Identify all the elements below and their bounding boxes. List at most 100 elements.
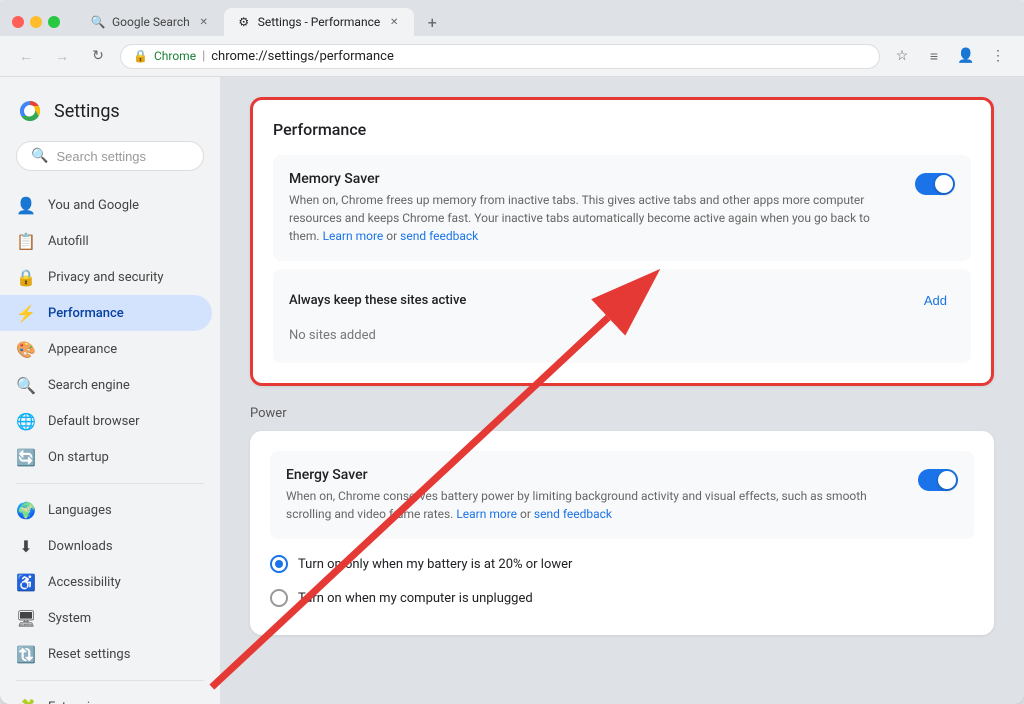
reload-button[interactable]: ↻ bbox=[84, 42, 112, 70]
browser-frame: 🔍 Google Search ✕ ⚙ Settings - Performan… bbox=[0, 0, 1024, 704]
sidebar-item-reset-label: Reset settings bbox=[48, 647, 130, 662]
memory-saver-name: Memory Saver bbox=[289, 171, 903, 187]
reset-icon: 🔃 bbox=[16, 644, 36, 664]
downloads-icon: ⬇ bbox=[16, 536, 36, 556]
sidebar-item-performance[interactable]: ⚡ Performance bbox=[0, 295, 212, 331]
back-button[interactable]: ← bbox=[12, 42, 40, 70]
radio-unplugged[interactable]: Turn on when my computer is unplugged bbox=[270, 581, 974, 615]
radio-battery-20-label: Turn on only when my battery is at 20% o… bbox=[298, 557, 572, 572]
energy-saver-info: Energy Saver When on, Chrome conserves b… bbox=[286, 467, 906, 523]
address-bar[interactable]: 🔒 Chrome | chrome://settings/performance bbox=[120, 44, 880, 69]
tab-settings[interactable]: ⚙ Settings - Performance ✕ bbox=[224, 8, 415, 36]
on-startup-icon: 🔄 bbox=[16, 447, 36, 467]
search-box[interactable]: 🔍 bbox=[16, 141, 204, 171]
forward-button[interactable]: → bbox=[48, 42, 76, 70]
chrome-logo-icon bbox=[16, 97, 44, 125]
memory-saver-or: or bbox=[386, 229, 400, 243]
address-path: chrome://settings/performance bbox=[211, 49, 394, 64]
energy-saver-toggle-thumb bbox=[938, 471, 956, 489]
sidebar-item-languages[interactable]: 🌍 Languages bbox=[0, 492, 212, 528]
memory-saver-toggle-thumb bbox=[935, 175, 953, 193]
more-button[interactable]: ⋮ bbox=[984, 42, 1012, 70]
sidebar-item-system-label: System bbox=[48, 611, 91, 626]
add-sites-button[interactable]: Add bbox=[916, 289, 955, 312]
energy-saver-row: Energy Saver When on, Chrome conserves b… bbox=[286, 467, 958, 523]
memory-saver-card: Memory Saver When on, Chrome frees up me… bbox=[273, 155, 971, 261]
tab-google-close[interactable]: ✕ bbox=[196, 14, 212, 30]
sidebar-item-extensions[interactable]: 🧩 Extensions ↗ bbox=[0, 689, 212, 704]
memory-saver-learn-more-link[interactable]: Learn more bbox=[323, 229, 384, 243]
energy-saver-card: Energy Saver When on, Chrome conserves b… bbox=[270, 451, 974, 539]
energy-saver-toggle[interactable] bbox=[918, 469, 958, 491]
sidebar-title: Settings bbox=[54, 101, 120, 122]
sidebar-item-performance-label: Performance bbox=[48, 306, 124, 321]
sidebar-item-on-startup[interactable]: 🔄 On startup bbox=[0, 439, 212, 475]
tab-google[interactable]: 🔍 Google Search ✕ bbox=[78, 8, 224, 36]
radio-unplugged-circle bbox=[270, 589, 288, 607]
sidebar-item-accessibility[interactable]: ♿ Accessibility bbox=[0, 564, 212, 600]
energy-saver-or: or bbox=[520, 507, 534, 521]
memory-saver-toggle[interactable] bbox=[915, 173, 955, 195]
sidebar-item-search-engine[interactable]: 🔍 Search engine bbox=[0, 367, 212, 403]
address-scheme: Chrome bbox=[154, 49, 196, 63]
address-separator: | bbox=[202, 49, 205, 64]
nav-actions: ☆ ≡ 👤 ⋮ bbox=[888, 42, 1012, 70]
no-sites-text: No sites added bbox=[289, 320, 955, 351]
energy-saver-feedback-link[interactable]: send feedback bbox=[534, 507, 612, 521]
sidebar-item-accessibility-label: Accessibility bbox=[48, 575, 121, 590]
sidebar-item-on-startup-label: On startup bbox=[48, 450, 109, 465]
sidebar: Settings 🔍 👤 You and Google 📋 Autofill 🔒… bbox=[0, 77, 220, 704]
profile-button[interactable]: 👤 bbox=[952, 42, 980, 70]
tab-settings-favicon: ⚙ bbox=[236, 14, 252, 30]
sidebar-logo: Settings bbox=[0, 93, 220, 141]
energy-saver-desc: When on, Chrome conserves battery power … bbox=[286, 487, 906, 523]
performance-section-title: Performance bbox=[273, 120, 971, 139]
search-engine-icon: 🔍 bbox=[16, 375, 36, 395]
sidebar-divider-2 bbox=[16, 680, 204, 681]
always-active-card: Always keep these sites active Add No si… bbox=[273, 269, 971, 363]
system-icon: 🖥 bbox=[16, 608, 36, 628]
sidebar-item-extensions-label: Extensions bbox=[48, 700, 111, 704]
maximize-button[interactable] bbox=[48, 16, 60, 28]
sidebar-item-autofill-label: Autofill bbox=[48, 234, 89, 249]
radio-unplugged-label: Turn on when my computer is unplugged bbox=[298, 591, 533, 606]
memory-saver-row: Memory Saver When on, Chrome frees up me… bbox=[289, 171, 955, 245]
sidebar-item-default-browser[interactable]: 🌐 Default browser bbox=[0, 403, 212, 439]
tab-google-favicon: 🔍 bbox=[90, 14, 106, 30]
sidebar-item-downloads[interactable]: ⬇ Downloads bbox=[0, 528, 212, 564]
sidebar-item-appearance[interactable]: 🎨 Appearance bbox=[0, 331, 212, 367]
sidebar-item-you-google-label: You and Google bbox=[48, 198, 139, 213]
appearance-icon: 🎨 bbox=[16, 339, 36, 359]
page-wrapper: Settings 🔍 👤 You and Google 📋 Autofill 🔒… bbox=[0, 77, 1024, 704]
search-input[interactable] bbox=[56, 149, 220, 164]
new-tab-button[interactable]: + bbox=[418, 8, 446, 36]
autofill-icon: 📋 bbox=[16, 231, 36, 251]
sidebar-item-reset[interactable]: 🔃 Reset settings bbox=[0, 636, 212, 672]
you-google-icon: 👤 bbox=[16, 195, 36, 215]
sidebar-item-default-browser-label: Default browser bbox=[48, 414, 140, 429]
power-card: Energy Saver When on, Chrome conserves b… bbox=[250, 431, 994, 635]
traffic-lights bbox=[12, 16, 60, 28]
tab-search-button[interactable]: ≡ bbox=[920, 42, 948, 70]
bookmark-button[interactable]: ☆ bbox=[888, 42, 916, 70]
search-icon: 🔍 bbox=[31, 148, 48, 164]
minimize-button[interactable] bbox=[30, 16, 42, 28]
sidebar-item-appearance-label: Appearance bbox=[48, 342, 117, 357]
lock-icon: 🔒 bbox=[133, 49, 148, 63]
energy-saver-learn-more-link[interactable]: Learn more bbox=[456, 507, 517, 521]
radio-battery-20-circle bbox=[270, 555, 288, 573]
title-bar: 🔍 Google Search ✕ ⚙ Settings - Performan… bbox=[0, 0, 1024, 36]
sites-label: Always keep these sites active bbox=[289, 293, 466, 308]
close-button[interactable] bbox=[12, 16, 24, 28]
sidebar-item-privacy[interactable]: 🔒 Privacy and security bbox=[0, 259, 212, 295]
energy-saver-name: Energy Saver bbox=[286, 467, 906, 483]
extensions-icon: 🧩 bbox=[16, 697, 36, 704]
sidebar-item-you-google[interactable]: 👤 You and Google bbox=[0, 187, 212, 223]
tab-settings-close[interactable]: ✕ bbox=[386, 14, 402, 30]
radio-battery-20[interactable]: Turn on only when my battery is at 20% o… bbox=[270, 547, 974, 581]
tab-google-title: Google Search bbox=[112, 15, 190, 29]
sidebar-item-autofill[interactable]: 📋 Autofill bbox=[0, 223, 212, 259]
sidebar-divider bbox=[16, 483, 204, 484]
memory-saver-feedback-link[interactable]: send feedback bbox=[400, 229, 478, 243]
sidebar-item-system[interactable]: 🖥 System bbox=[0, 600, 212, 636]
